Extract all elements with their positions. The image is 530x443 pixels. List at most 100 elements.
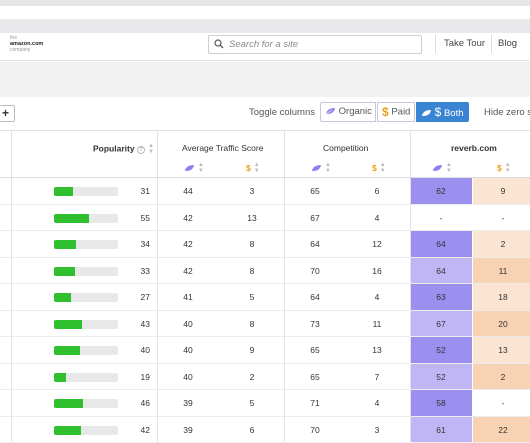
site-header[interactable]: reverb.com	[451, 143, 497, 153]
competition-header[interactable]: Competition	[323, 143, 368, 153]
nav-take-tour[interactable]: Take Tour	[444, 38, 485, 49]
table-row[interactable]: 31443656629	[0, 178, 530, 205]
avg-paid-value: 5	[234, 292, 270, 302]
toggle-both-button[interactable]: $ Both	[416, 102, 469, 122]
add-site-button[interactable]: +	[0, 105, 15, 122]
leaf-icon	[325, 107, 336, 115]
site-paid-value: 20	[485, 319, 521, 329]
table-row[interactable]: 274156446318	[0, 284, 530, 311]
leaf-icon	[311, 164, 322, 172]
keyword-table: Popularity ?▲▼ Average Traffic Score Com…	[0, 130, 530, 442]
organic-subheader[interactable]: ▲▼	[432, 162, 452, 174]
toggle-columns-label: Toggle columns	[249, 107, 315, 118]
comp-organic-value: 65	[297, 345, 333, 355]
popularity-value: 55	[126, 213, 150, 223]
popularity-value: 40	[126, 345, 150, 355]
hide-zero-label[interactable]: Hide zero s	[484, 107, 530, 118]
comp-paid-value: 12	[359, 239, 395, 249]
site-organic-value: 67	[423, 319, 459, 329]
organic-subheader[interactable]: ▲▼	[311, 162, 331, 174]
search-icon	[214, 39, 224, 49]
toggle-paid-button[interactable]: $ Paid	[377, 102, 415, 122]
comp-organic-value: 70	[297, 425, 333, 435]
avg-organic-value: 42	[170, 213, 206, 223]
search-input[interactable]: Search for a site	[208, 35, 422, 54]
comp-paid-value: 3	[359, 425, 395, 435]
sort-icon[interactable]: ▲▼	[198, 162, 204, 174]
site-organic-value: 63	[423, 292, 459, 302]
table-row[interactable]: 4040965135213	[0, 337, 530, 364]
popularity-bar-fill	[54, 320, 82, 329]
organic-subheader[interactable]: ▲▼	[184, 162, 204, 174]
table-row[interactable]: 43 40 8 73 11 67 20	[0, 311, 530, 338]
table-row[interactable]: 423967036122	[0, 417, 530, 443]
avg-paid-value: 13	[234, 213, 270, 223]
popularity-bar	[54, 426, 118, 435]
site-organic-value: 61	[423, 425, 459, 435]
dollar-icon: $	[382, 103, 389, 121]
avg-organic-value: 40	[170, 319, 206, 329]
divider	[491, 35, 492, 53]
avg-paid-value: 3	[234, 186, 270, 196]
comp-paid-value: 16	[359, 266, 395, 276]
sub-bar	[0, 62, 530, 97]
dollar-icon: $	[246, 163, 251, 173]
help-icon[interactable]: ?	[137, 146, 145, 154]
paid-subheader[interactable]: $▲▼	[372, 162, 386, 174]
avg-organic-value: 42	[170, 239, 206, 249]
popularity-value: 31	[126, 186, 150, 196]
site-paid-value: 2	[485, 239, 521, 249]
sort-icon[interactable]: ▲▼	[505, 162, 511, 174]
avg-traffic-header[interactable]: Average Traffic Score	[182, 143, 263, 153]
leaf-icon	[184, 164, 195, 172]
toggle-organic-label: Organic	[339, 106, 372, 117]
paid-subheader[interactable]: $▲▼	[497, 162, 511, 174]
site-paid-value: 22	[485, 425, 521, 435]
table-row[interactable]: 3342870166411	[0, 258, 530, 285]
popularity-value: 46	[126, 398, 150, 408]
sort-icon[interactable]: ▲▼	[380, 162, 386, 174]
avg-paid-value: 2	[234, 372, 270, 382]
divider	[435, 35, 436, 53]
comp-organic-value: 67	[297, 213, 333, 223]
popularity-bar	[54, 346, 118, 355]
comp-organic-value: 73	[297, 319, 333, 329]
popularity-value: 43	[126, 319, 150, 329]
toggle-both-label: Both	[444, 108, 464, 119]
site-organic-value: 52	[423, 345, 459, 355]
popularity-bar-fill	[54, 214, 89, 223]
popularity-value: 19	[126, 372, 150, 382]
nav-blog[interactable]: Blog	[498, 38, 517, 49]
site-paid-value: 13	[485, 345, 521, 355]
table-row[interactable]: 554213674--	[0, 205, 530, 232]
table-row[interactable]: 4639571458-	[0, 390, 530, 417]
sort-icon[interactable]: ▲▼	[254, 162, 260, 174]
comp-paid-value: 4	[359, 213, 395, 223]
site-paid-value: 11	[485, 266, 521, 276]
paid-subheader[interactable]: $▲▼	[246, 162, 260, 174]
avg-organic-value: 39	[170, 398, 206, 408]
popularity-header[interactable]: Popularity ?▲▼	[93, 143, 154, 155]
popularity-bar	[54, 267, 118, 276]
logo[interactable]: the amazon.com company	[10, 35, 43, 53]
comp-paid-value: 7	[359, 372, 395, 382]
top-stripe	[0, 0, 530, 6]
site-organic-value: 64	[423, 239, 459, 249]
table-row[interactable]: 19402657522	[0, 364, 530, 391]
popularity-bar	[54, 293, 118, 302]
sort-icon[interactable]: ▲▼	[325, 162, 331, 174]
header: the amazon.com company Search for a site…	[0, 33, 530, 61]
dollar-icon: $	[435, 105, 442, 119]
table-row[interactable]: 344286412642	[0, 231, 530, 258]
sort-icon[interactable]: ▲▼	[446, 162, 452, 174]
browser-bar	[0, 19, 530, 33]
avg-organic-value: 44	[170, 186, 206, 196]
site-organic-value: 62	[423, 186, 459, 196]
toggle-organic-button[interactable]: Organic	[320, 102, 376, 122]
comp-organic-value: 65	[297, 372, 333, 382]
site-paid-value: 18	[485, 292, 521, 302]
site-paid-value: -	[485, 398, 521, 408]
sort-icon[interactable]: ▲▼	[148, 143, 154, 155]
avg-paid-value: 8	[234, 319, 270, 329]
comp-paid-value: 11	[359, 319, 395, 329]
